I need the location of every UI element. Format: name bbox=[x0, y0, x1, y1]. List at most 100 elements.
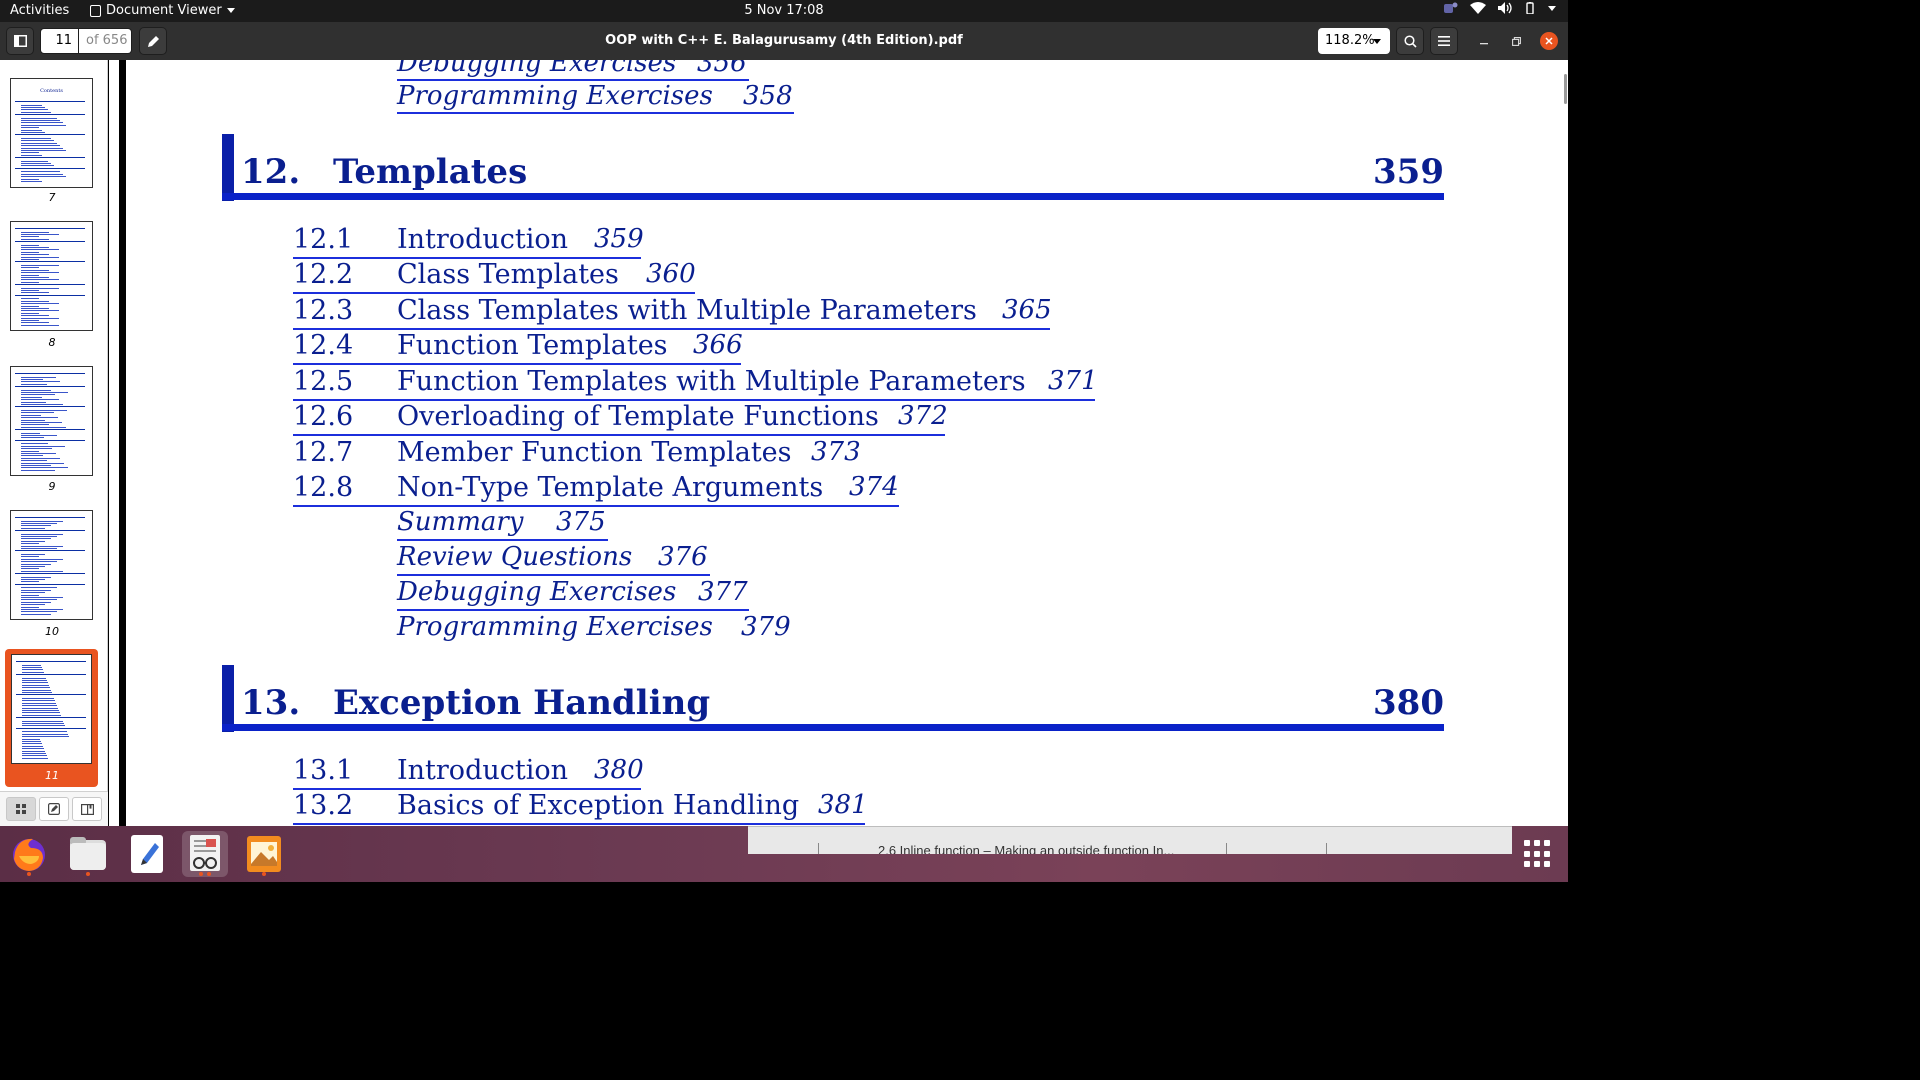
search-button[interactable] bbox=[1396, 27, 1424, 55]
close-button[interactable] bbox=[1540, 32, 1558, 50]
teams-icon[interactable] bbox=[1444, 2, 1458, 14]
volume-icon bbox=[1498, 2, 1512, 14]
annotate-button[interactable] bbox=[139, 27, 167, 55]
thumbnail-line bbox=[21, 563, 51, 565]
thumbnail-line bbox=[22, 682, 48, 684]
sidebar-toggle-button[interactable] bbox=[6, 27, 34, 55]
toc-link[interactable] bbox=[397, 81, 794, 113]
thumbnail-line bbox=[21, 142, 57, 144]
thumbnail-line bbox=[21, 421, 62, 423]
thumbnail-line bbox=[22, 725, 65, 727]
thumbnail-line bbox=[21, 455, 43, 457]
thumbnail-line bbox=[21, 556, 39, 558]
thumbnail-line bbox=[21, 178, 39, 180]
clock[interactable]: 5 Nov 17:08 bbox=[744, 3, 823, 18]
zoom-select[interactable]: 118.2% bbox=[1318, 28, 1390, 54]
apps-grid-icon bbox=[1534, 840, 1540, 846]
dock-firefox[interactable] bbox=[6, 831, 52, 877]
tab-annotations[interactable] bbox=[39, 797, 69, 821]
thumbnail-line bbox=[21, 165, 54, 167]
sidebar-icon bbox=[13, 35, 27, 47]
toc-link[interactable] bbox=[397, 507, 608, 539]
page-number-input[interactable]: 11 bbox=[40, 28, 79, 54]
toc-link[interactable] bbox=[293, 472, 899, 504]
thumbnail-line bbox=[21, 565, 45, 567]
link-underline bbox=[293, 434, 945, 436]
minimize-button[interactable] bbox=[1476, 33, 1492, 49]
vertical-scrollbar[interactable] bbox=[1564, 74, 1567, 104]
maximize-button[interactable] bbox=[1508, 33, 1524, 49]
thumbnail-line bbox=[21, 445, 65, 447]
toc-link[interactable] bbox=[293, 437, 863, 469]
toc-link[interactable] bbox=[397, 577, 749, 609]
thumbnail-line bbox=[21, 587, 57, 589]
thumbnail-line bbox=[21, 127, 39, 129]
thumbnail-line bbox=[21, 462, 64, 464]
toc-link[interactable] bbox=[293, 259, 695, 291]
thumbnail-line bbox=[21, 231, 49, 233]
toc-link[interactable] bbox=[397, 60, 749, 80]
thumbnail-line bbox=[21, 613, 51, 615]
show-apps-button[interactable] bbox=[1524, 840, 1552, 868]
thumbnail-line bbox=[22, 720, 63, 722]
link-underline bbox=[397, 609, 749, 611]
activities-button[interactable]: Activities bbox=[10, 3, 69, 18]
dock-text-editor[interactable] bbox=[124, 831, 170, 877]
toc-link[interactable] bbox=[397, 612, 792, 644]
app-menu[interactable]: Document Viewer bbox=[90, 3, 235, 18]
tab-thumbnails[interactable] bbox=[6, 797, 36, 821]
thumbnail-line bbox=[21, 437, 44, 439]
thumbnail-line bbox=[22, 736, 69, 738]
thumbnail-line bbox=[21, 536, 57, 537]
thumbnail-line bbox=[15, 517, 85, 518]
document-viewer-icon bbox=[190, 835, 220, 871]
apps-grid-icon bbox=[1524, 861, 1530, 868]
toc-link[interactable] bbox=[293, 755, 641, 787]
toc-link[interactable] bbox=[222, 665, 1444, 697]
page-thumbnail[interactable] bbox=[10, 366, 93, 476]
thumbnail-line bbox=[21, 244, 39, 246]
tab-bookmarks[interactable] bbox=[72, 797, 102, 821]
thumbnail-line bbox=[22, 669, 43, 671]
toc-link[interactable] bbox=[222, 134, 1444, 166]
thumbnail-line bbox=[21, 104, 42, 106]
toc-link[interactable] bbox=[293, 366, 1095, 398]
toc-link[interactable] bbox=[293, 295, 1050, 327]
thumbnail-line bbox=[15, 284, 85, 286]
running-indicator bbox=[262, 872, 266, 876]
page-thumbnail[interactable]: Contents bbox=[10, 78, 93, 188]
thumbnail-line bbox=[21, 256, 59, 258]
toc-link[interactable] bbox=[293, 401, 945, 433]
thumbnail-line bbox=[21, 596, 63, 598]
page-thumbnail[interactable] bbox=[11, 654, 92, 764]
battery-icon bbox=[1526, 2, 1534, 14]
document-view[interactable]: Debugging Exercises 356 Programming Exerci… bbox=[109, 60, 1568, 826]
header-bar: 11 of 656 OOP with C++ E. Balagurusamy (… bbox=[0, 22, 1568, 60]
thumbnail-line bbox=[15, 101, 85, 102]
toc-link[interactable] bbox=[293, 224, 641, 256]
thumbnail-line bbox=[21, 147, 63, 149]
dock-files[interactable] bbox=[65, 831, 111, 877]
thumbnail-line bbox=[21, 540, 45, 542]
apps-grid-icon bbox=[1544, 850, 1550, 857]
thumbnail-sidebar[interactable]: Contents 7 8 9 10 11 bbox=[0, 60, 108, 826]
thumbnail-line bbox=[21, 460, 47, 462]
thumbnail-heading: Contents bbox=[40, 88, 63, 94]
dock-document-viewer[interactable] bbox=[182, 831, 228, 877]
main-menu-button[interactable] bbox=[1430, 27, 1458, 55]
link-underline bbox=[397, 539, 608, 541]
dock-image-viewer[interactable] bbox=[241, 831, 287, 877]
toc-link[interactable] bbox=[293, 790, 865, 822]
toc-link[interactable] bbox=[293, 330, 741, 362]
thumbnail-line bbox=[22, 755, 47, 757]
system-tray[interactable] bbox=[1444, 2, 1556, 14]
background-window[interactable]: 2.6 Inline function – Making an outside … bbox=[748, 826, 1512, 854]
page-thumbnail[interactable] bbox=[10, 221, 93, 331]
pencil-icon bbox=[147, 35, 159, 47]
page-thumbnail[interactable] bbox=[10, 510, 93, 620]
thumbnail-line bbox=[21, 269, 49, 271]
thumbnail-line bbox=[21, 404, 63, 405]
thumbnail-line bbox=[21, 120, 60, 121]
toc-link[interactable] bbox=[397, 542, 710, 574]
thumbnail-line bbox=[21, 409, 67, 411]
